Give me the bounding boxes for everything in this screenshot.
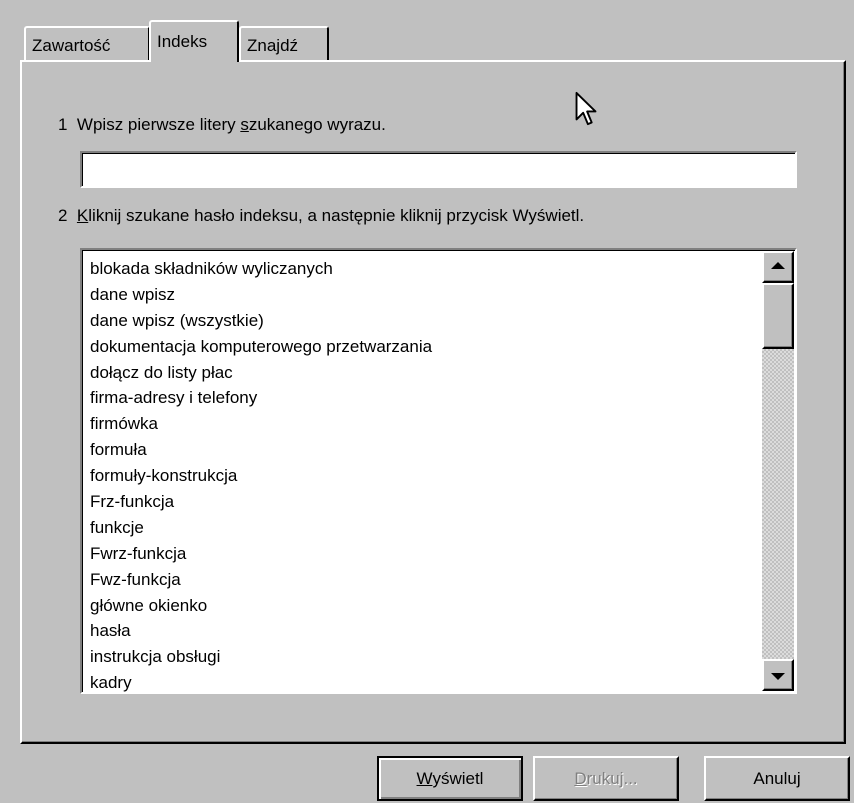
print-label: rukuj... — [586, 769, 638, 788]
index-tab-panel — [20, 60, 846, 744]
tab-label: Indeks — [157, 32, 208, 51]
tab-zawartosc[interactable]: Zawartość — [24, 26, 150, 60]
tab-label: Zawartość — [32, 36, 111, 55]
print-accelerator: D — [574, 769, 587, 788]
cancel-label: Anuluj — [753, 769, 801, 788]
mouse-pointer-icon — [575, 91, 597, 126]
display-button[interactable]: Wyświetl — [377, 756, 523, 801]
display-label: yświetl — [432, 769, 484, 788]
tab-label: Znajdź — [247, 36, 299, 55]
tab-znajdz[interactable]: Znajdź — [239, 26, 329, 60]
tab-indeks[interactable]: Indeks — [149, 20, 239, 62]
cancel-button[interactable]: Anuluj — [704, 756, 850, 801]
display-accelerator: W — [416, 769, 433, 788]
print-button[interactable]: Drukuj... — [533, 756, 679, 801]
